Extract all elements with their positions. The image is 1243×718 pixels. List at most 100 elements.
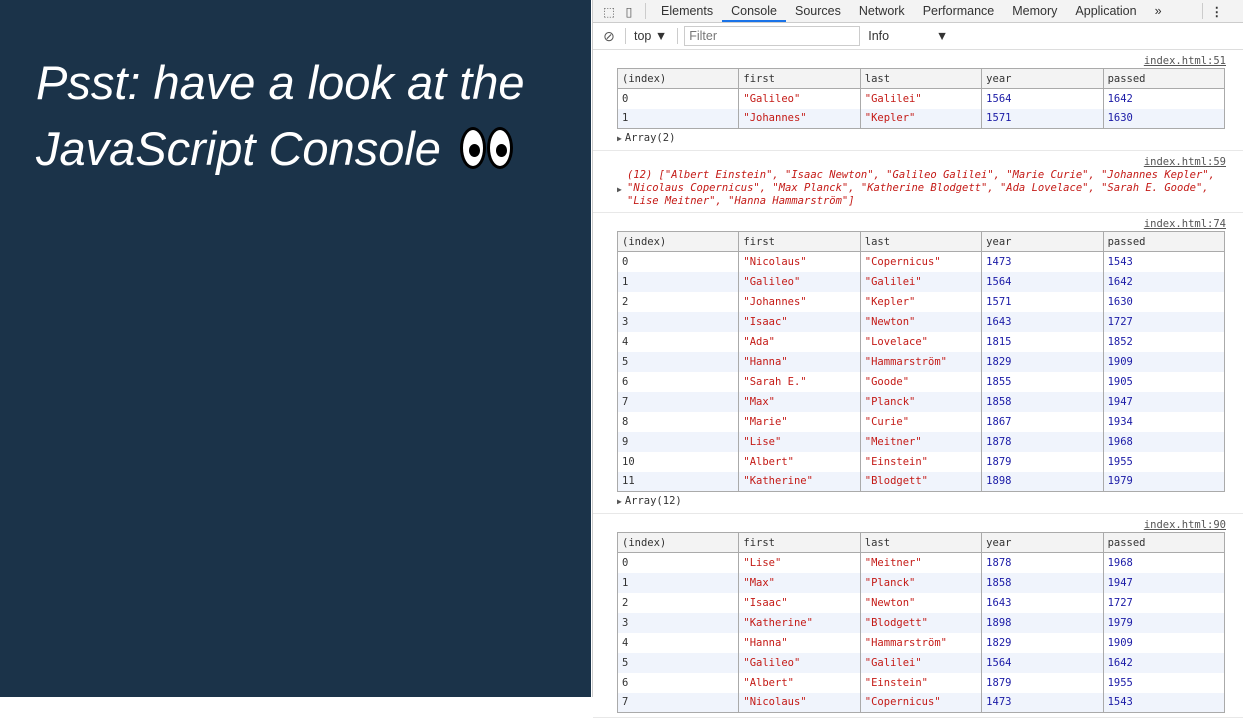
table-cell: 1879 — [981, 672, 1104, 693]
console-log: index.html:51 (index) first last year passed 0… — [593, 50, 1243, 718]
table-row: 0 "Lise" "Meitner" 1878 1968 — [616, 552, 1225, 573]
tab-network[interactable]: Network — [850, 0, 914, 22]
source-link[interactable]: index.html:51 — [617, 54, 1226, 68]
column-header[interactable]: first — [738, 231, 861, 252]
tab-performance[interactable]: Performance — [914, 0, 1004, 22]
array-expander[interactable]: ▶ Array(12) — [617, 494, 1226, 509]
table-cell: 1643 — [981, 592, 1104, 613]
table-cell: "Albert" — [738, 451, 861, 472]
column-header[interactable]: last — [859, 231, 983, 252]
column-header[interactable]: first — [738, 68, 861, 89]
chevron-down-icon: ▼ — [935, 29, 949, 43]
expand-triangle-icon: ▶ — [617, 134, 622, 143]
table-cell: "Albert" — [738, 672, 861, 693]
column-header[interactable]: passed — [1102, 68, 1226, 89]
column-header[interactable]: (index) — [616, 68, 740, 89]
table-row: 2 "Johannes" "Kepler" 1571 1630 — [616, 291, 1225, 312]
table-header: (index) first last year passed — [616, 532, 1226, 553]
inspect-element-icon[interactable]: ⬚ — [601, 3, 617, 19]
table-cell: 1909 — [1102, 632, 1225, 653]
column-header[interactable]: last — [859, 68, 983, 89]
array-label: Array(2) — [624, 132, 676, 144]
table-cell: "Johannes" — [738, 108, 861, 129]
tab-application[interactable]: Application — [1066, 0, 1145, 22]
table-cell: "Marie" — [738, 411, 861, 432]
table-cell: 1879 — [981, 451, 1104, 472]
table-row: 0 "Galileo" "Galilei" 1564 1642 — [616, 88, 1225, 109]
table-cell: 1905 — [1102, 371, 1225, 392]
table-cell: 7 — [616, 391, 739, 412]
column-header[interactable]: last — [859, 532, 983, 553]
table-row: 1 "Galileo" "Galilei" 1564 1642 — [616, 271, 1225, 292]
table-cell: 1 — [616, 572, 739, 593]
table-cell: "Einstein" — [859, 672, 982, 693]
table-cell: 1878 — [981, 552, 1104, 573]
table-cell: 1 — [616, 108, 739, 129]
column-header[interactable]: (index) — [616, 532, 740, 553]
table-cell: 1829 — [981, 351, 1104, 372]
filter-input[interactable] — [684, 26, 861, 46]
console-table: (index) first last year passed 0 "Nicolaus" "Co… — [616, 231, 1226, 492]
clear-console-icon[interactable]: ⊘ — [601, 28, 617, 44]
table-cell: "Galileo" — [738, 652, 861, 673]
table-cell: "Ada" — [738, 331, 861, 352]
column-header[interactable]: passed — [1102, 231, 1226, 252]
tab-console[interactable]: Console — [722, 0, 786, 22]
column-header[interactable]: (index) — [616, 231, 740, 252]
headline-line-2: JavaScript Console — [36, 122, 441, 175]
page-content: Psst: have a look at the JavaScript Cons… — [0, 0, 591, 697]
table-header: (index) first last year passed — [616, 231, 1226, 252]
column-header[interactable]: first — [738, 532, 861, 553]
more-tabs-button[interactable]: » — [1146, 0, 1171, 22]
table-cell: "Einstein" — [859, 451, 982, 472]
source-link[interactable]: index.html:59 — [617, 155, 1226, 169]
table-cell: 1947 — [1102, 391, 1225, 412]
array-expander[interactable]: ▶ Array(2) — [617, 131, 1226, 146]
column-header[interactable]: passed — [1102, 532, 1226, 553]
table-cell: 3 — [616, 612, 739, 633]
table-cell: 0 — [616, 552, 739, 573]
table-cell: 1815 — [981, 331, 1104, 352]
table-row: 5 "Hanna" "Hammarström" 1829 1909 — [616, 351, 1225, 372]
table-cell: 1947 — [1102, 572, 1225, 593]
log-level-label: Info — [868, 29, 890, 43]
table-cell: 1571 — [981, 291, 1104, 312]
tab-sources[interactable]: Sources — [786, 0, 850, 22]
table-row: 7 "Max" "Planck" 1858 1947 — [616, 391, 1225, 412]
table-cell: 1979 — [1102, 471, 1225, 492]
source-link[interactable]: index.html:74 — [617, 217, 1226, 231]
table-cell: 5 — [616, 351, 739, 372]
table-cell: "Copernicus" — [859, 692, 982, 713]
console-table: (index) first last year passed 0 "Lise" "Meitne… — [616, 532, 1226, 713]
table-cell: 9 — [616, 431, 739, 452]
array-output[interactable]: ▶ (12) ["Albert Einstein", "Isaac Newton"… — [617, 169, 1226, 208]
column-header[interactable]: year — [981, 532, 1104, 553]
log-level-select[interactable]: Info ▼ — [868, 29, 948, 43]
menu-icon[interactable]: ⋮ — [1211, 4, 1224, 19]
device-toolbar-icon[interactable]: ▯ — [621, 3, 637, 19]
table-cell: "Katherine" — [738, 612, 861, 633]
table-cell: 1727 — [1102, 592, 1225, 613]
table-cell: "Galilei" — [859, 271, 982, 292]
table-cell: 1955 — [1102, 451, 1225, 472]
table-row: 6 "Albert" "Einstein" 1879 1955 — [616, 672, 1225, 693]
table-row: 2 "Isaac" "Newton" 1643 1727 — [616, 592, 1225, 613]
array-text: (12) ["Albert Einstein", "Isaac Newton",… — [627, 169, 1215, 207]
table-cell: 1878 — [981, 431, 1104, 452]
table-cell: 1867 — [981, 411, 1104, 432]
context-selector[interactable]: top ▼ — [634, 29, 667, 43]
table-cell: "Isaac" — [738, 592, 861, 613]
tab-memory[interactable]: Memory — [1003, 0, 1066, 22]
table-row: 1 "Johannes" "Kepler" 1571 1630 — [616, 108, 1225, 129]
source-link[interactable]: index.html:90 — [617, 518, 1226, 532]
table-cell: "Goode" — [859, 371, 982, 392]
table-cell: "Max" — [738, 391, 861, 412]
column-header[interactable]: year — [981, 68, 1104, 89]
table-row: 6 "Sarah E." "Goode" 1855 1905 — [616, 371, 1225, 392]
console-message: index.html:51 (index) first last year passed 0… — [593, 50, 1243, 151]
table-cell: "Nicolaus" — [738, 251, 861, 272]
table-cell: 1855 — [981, 371, 1104, 392]
table-cell: "Copernicus" — [859, 251, 982, 272]
column-header[interactable]: year — [981, 231, 1104, 252]
tab-elements[interactable]: Elements — [652, 0, 722, 22]
